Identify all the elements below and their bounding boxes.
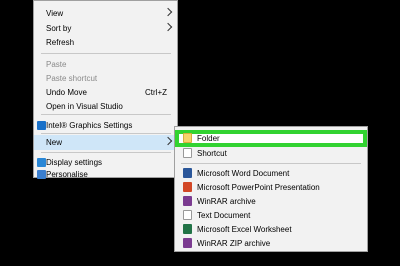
menu-item-label: Microsoft Excel Worksheet <box>197 224 292 234</box>
desktop-context-menu: View Sort by Refresh Paste Paste shortcu… <box>33 0 178 179</box>
menu-item-personalise[interactable]: Personalise <box>34 167 177 182</box>
folder-icon <box>183 133 192 143</box>
menu-item-paste-shortcut: Paste shortcut <box>34 71 177 86</box>
menu-item-open-in-visual-studio[interactable]: Open in Visual Studio <box>34 99 177 114</box>
menu-item-label: WinRAR ZIP archive <box>197 238 271 248</box>
menu-item-intel-graphics-settings[interactable]: Intel® Graphics Settings <box>34 118 177 133</box>
new-shortcut-item[interactable]: Shortcut <box>175 146 367 160</box>
powerpoint-icon <box>183 182 192 192</box>
new-winrar-zip-archive-item[interactable]: WinRAR ZIP archive <box>175 236 367 250</box>
chevron-right-icon <box>163 7 173 17</box>
new-excel-worksheet-item[interactable]: Microsoft Excel Worksheet <box>175 222 367 236</box>
menu-separator <box>41 114 171 115</box>
menu-item-sort-by[interactable]: Sort by <box>34 21 177 36</box>
intel-icon <box>37 121 46 130</box>
menu-item-label: New <box>46 138 63 147</box>
menu-item-label: Open in Visual Studio <box>46 102 123 111</box>
new-word-document-item[interactable]: Microsoft Word Document <box>175 166 367 180</box>
menu-separator <box>41 152 171 153</box>
menu-item-label: Sort by <box>46 24 72 33</box>
excel-icon <box>183 224 192 234</box>
menu-item-paste: Paste <box>34 57 177 72</box>
winrar-zip-icon <box>183 238 192 248</box>
menu-item-view[interactable]: View <box>34 6 177 21</box>
new-winrar-archive-item[interactable]: WinRAR archive <box>175 194 367 208</box>
menu-item-label: Intel® Graphics Settings <box>46 121 133 130</box>
menu-item-new[interactable]: New <box>34 135 177 150</box>
menu-item-label: Microsoft PowerPoint Presentation <box>197 182 320 192</box>
menu-item-label: Refresh <box>46 38 75 47</box>
chevron-right-icon <box>163 22 173 32</box>
new-folder-item[interactable]: Folder <box>175 130 367 147</box>
menu-item-refresh[interactable]: Refresh <box>34 35 177 50</box>
menu-item-label: Display settings <box>46 158 103 167</box>
menu-separator <box>41 133 171 134</box>
personalise-icon <box>37 170 46 179</box>
menu-item-label: Paste <box>46 60 67 69</box>
menu-item-label: Folder <box>197 133 220 143</box>
menu-item-label: Text Document <box>197 210 251 220</box>
new-submenu: Folder Shortcut Microsoft Word Document … <box>174 126 368 252</box>
menu-separator <box>181 163 361 164</box>
menu-item-label: Shortcut <box>197 148 227 158</box>
word-icon <box>183 168 192 178</box>
menu-item-label: Paste shortcut <box>46 74 98 83</box>
new-powerpoint-item[interactable]: Microsoft PowerPoint Presentation <box>175 180 367 194</box>
chevron-right-icon <box>163 136 173 146</box>
menu-item-undo-move[interactable]: Undo Move Ctrl+Z <box>34 85 177 100</box>
new-text-document-item[interactable]: Text Document <box>175 208 367 222</box>
winrar-icon <box>183 196 192 206</box>
menu-item-label: WinRAR archive <box>197 196 256 206</box>
menu-item-label: Undo Move <box>46 88 87 97</box>
shortcut-icon <box>183 148 192 158</box>
display-icon <box>37 158 46 167</box>
menu-separator <box>41 53 171 54</box>
menu-item-label: Microsoft Word Document <box>197 168 290 178</box>
text-document-icon <box>183 210 192 220</box>
keyboard-shortcut: Ctrl+Z <box>145 88 167 97</box>
menu-item-label: View <box>46 9 64 18</box>
menu-item-label: Personalise <box>46 170 88 179</box>
